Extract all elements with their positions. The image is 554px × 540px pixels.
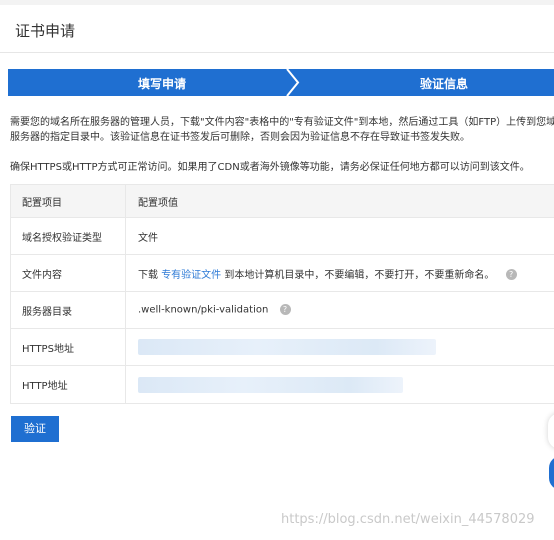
row-key-https-url: HTTPS地址 bbox=[10, 328, 126, 366]
table-row: 域名授权验证类型 文件 bbox=[10, 217, 554, 255]
header-config-item: 配置项目 bbox=[10, 184, 126, 218]
help-icon[interactable]: ? bbox=[279, 304, 291, 316]
instructions-line-1: 需要您的域名所在服务器的管理人员，下载"文件内容"表格中的"专有验证文件"到本地… bbox=[10, 117, 554, 128]
instructions-line-3: 确保HTTPS或HTTP方式可正常访问。如果用了CDN或者海外镜像等功能，请务必… bbox=[10, 162, 530, 173]
row-value-http-url bbox=[125, 365, 554, 404]
watermark: https://blog.csdn.net/weixin_44578029 bbox=[281, 512, 535, 527]
redacted-https-url bbox=[138, 339, 436, 355]
floating-action-button[interactable] bbox=[548, 413, 554, 449]
instructions-line-2: 服务器的指定目录中。该验证信息在证书签发后可删除，否则会因为验证信息不存在导致证… bbox=[10, 132, 470, 143]
help-icon[interactable]: ? bbox=[505, 269, 517, 280]
row-key-server-dir: 服务器目录 bbox=[10, 291, 126, 329]
row-value-server-dir: .well-known/pki-validation ? bbox=[125, 291, 554, 329]
instructions: 需要您的域名所在服务器的管理人员，下载"文件内容"表格中的"专有验证文件"到本地… bbox=[10, 115, 554, 145]
server-dir-path: .well-known/pki-validation bbox=[138, 304, 269, 316]
header-config-value: 配置项值 bbox=[125, 184, 554, 218]
file-download-suffix: 到本地计算机目录中，不要编辑，不要打开，不要重新命名。 bbox=[224, 269, 495, 281]
row-value-https-url bbox=[125, 328, 554, 366]
row-value-verify-type: 文件 bbox=[125, 217, 554, 255]
step-fill-application: 填写申请 bbox=[138, 77, 187, 91]
row-value-file-content: 下载 专有验证文件 到本地计算机目录中，不要编辑，不要打开，不要重新命名。 ? bbox=[125, 254, 554, 292]
row-key-verify-type: 域名授权验证类型 bbox=[10, 217, 126, 255]
page-title: 证书申请 bbox=[15, 22, 76, 40]
config-table: 配置项目 配置项值 域名授权验证类型 文件 文件内容 下载 专有验证文件 到本地… bbox=[10, 184, 554, 404]
table-header-row: 配置项目 配置项值 bbox=[10, 184, 554, 218]
download-verification-file-link[interactable]: 专有验证文件 bbox=[161, 270, 221, 281]
floating-help-button[interactable] bbox=[549, 456, 554, 490]
step-verify-info: 验证信息 bbox=[420, 77, 469, 91]
steps-background bbox=[8, 69, 554, 96]
redacted-http-url bbox=[138, 376, 403, 393]
row-key-file-content: 文件内容 bbox=[10, 254, 126, 292]
row-key-http-url: HTTP地址 bbox=[10, 365, 126, 404]
table-row: HTTPS地址 bbox=[10, 328, 554, 366]
verify-button[interactable]: 验证 bbox=[11, 416, 59, 442]
table-row: HTTP地址 bbox=[10, 365, 554, 404]
file-download-prefix: 下载 bbox=[138, 269, 158, 281]
table-row: 服务器目录 .well-known/pki-validation ? bbox=[10, 291, 554, 329]
table-row: 文件内容 下载 专有验证文件 到本地计算机目录中，不要编辑，不要打开，不要重新命… bbox=[10, 254, 554, 292]
progress-steps: 填写申请 验证信息 bbox=[8, 69, 554, 96]
header: 证书申请 bbox=[0, 5, 554, 53]
